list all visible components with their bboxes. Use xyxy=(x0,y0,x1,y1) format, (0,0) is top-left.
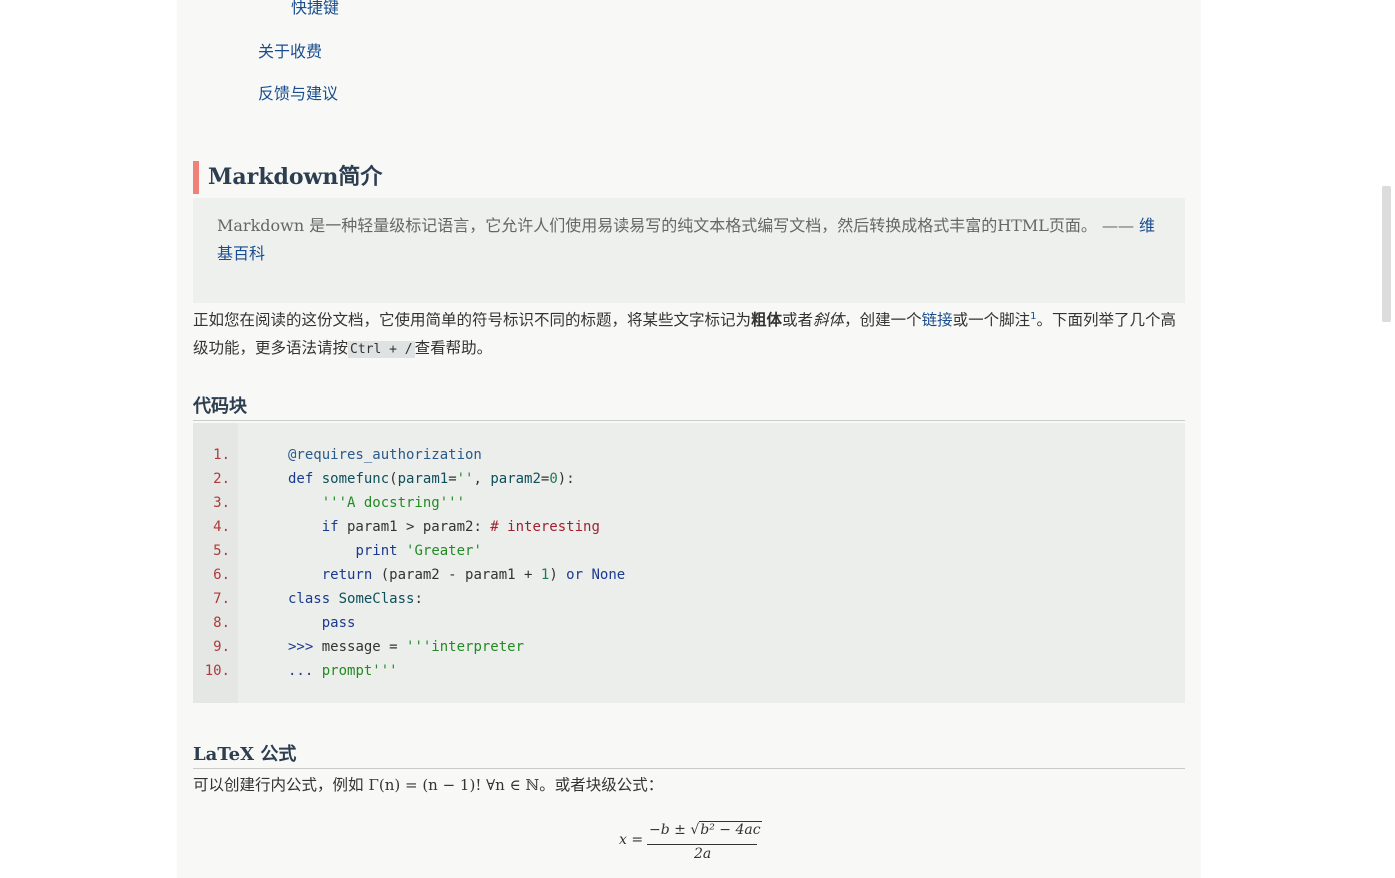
code-line: '''A docstring''' xyxy=(321,495,466,511)
latex-inline-suffix: 。或者块级公式： xyxy=(539,776,664,794)
toc-link-pricing[interactable]: 关于收费 xyxy=(258,38,322,62)
line-number: 8. xyxy=(213,615,230,631)
formula-denominator: 2a xyxy=(694,846,712,862)
para-text-6: 查看帮助。 xyxy=(414,339,493,358)
line-number: 6. xyxy=(213,567,230,583)
link-text[interactable]: 链接 xyxy=(922,311,953,329)
formula-numerator: −b ± √b² − 4ac xyxy=(649,821,762,838)
line-number: 3. xyxy=(213,495,230,511)
latex-inline-paragraph: 可以创建行内公式，例如 Γ(n) = (n − 1)! ∀n ∈ ℕ。或者块级公… xyxy=(193,771,663,799)
toc-link-feedback[interactable]: 反馈与建议 xyxy=(258,80,338,104)
code-line: print 'Greater' xyxy=(355,543,482,559)
intro-paragraph: 正如您在阅读的这份文档，它使用简单的符号标识不同的标题，将某些文字标记为粗体或者… xyxy=(193,303,1185,364)
line-number: 9. xyxy=(213,639,230,655)
line-number: 5. xyxy=(213,543,230,559)
fraction-bar xyxy=(647,844,757,845)
code-line: ... prompt''' xyxy=(288,663,398,679)
para-text-4: 或一个脚注 xyxy=(952,311,1031,330)
toc-link-shortcuts[interactable]: 快捷键 xyxy=(291,0,339,18)
inline-formula: Γ(n) = (n − 1)! ∀n ∈ ℕ xyxy=(368,776,540,794)
code-line: class SomeClass: xyxy=(288,591,423,607)
formula-radicand: b² − 4ac xyxy=(699,821,762,838)
section-heading-markdown-intro: Markdown简介 xyxy=(193,161,382,194)
line-number: 1. xyxy=(213,447,230,463)
line-number-gutter: 1. 2. 3. 4. 5. 6. 7. 8. 9. 10. xyxy=(193,423,238,703)
code-line: pass xyxy=(321,615,356,631)
line-number: 10. xyxy=(204,663,230,679)
line-number: 7. xyxy=(213,591,230,607)
line-number: 2. xyxy=(213,471,230,487)
para-text-1: 正如您在阅读的这份文档，它使用简单的符号标识不同的标题，将某些文字标记为 xyxy=(193,311,752,330)
bold-text: 粗体 xyxy=(751,311,783,330)
line-number: 4. xyxy=(213,519,230,535)
formula-lhs: x = xyxy=(619,832,644,848)
quote-text: Markdown 是一种轻量级标记语言，它允许人们使用易读易写的纯文本格式编写文… xyxy=(217,216,1140,235)
para-text-3: ，创建一个 xyxy=(844,311,922,330)
code-block: 1. 2. 3. 4. 5. 6. 7. 8. 9. 10. @requires… xyxy=(193,423,1185,703)
code-line: return (param2 - param1 + 1) or None xyxy=(321,567,626,583)
blockquote: Markdown 是一种轻量级标记语言，它允许人们使用易读易写的纯文本格式编写文… xyxy=(193,198,1185,303)
italic-text: 斜体 xyxy=(813,311,845,330)
code-line: def somefunc(param1='', param2=0): xyxy=(288,471,575,487)
formula-numerator-a: −b ± √ xyxy=(649,822,700,838)
section-heading-latex: LaTeX 公式 xyxy=(193,740,1185,769)
code-line: @requires_authorization xyxy=(288,447,482,463)
latex-inline-prefix: 可以创建行内公式，例如 xyxy=(193,776,369,794)
para-text-2: 或者 xyxy=(782,311,814,330)
code-line: >>> message = '''interpreter xyxy=(288,639,525,655)
scrollbar-thumb[interactable] xyxy=(1382,186,1391,322)
code-line: if param1 > param2: # interesting xyxy=(321,519,600,535)
shortcut-code: Ctrl + / xyxy=(348,341,415,359)
section-heading-code-block: 代码块 xyxy=(193,392,1185,421)
